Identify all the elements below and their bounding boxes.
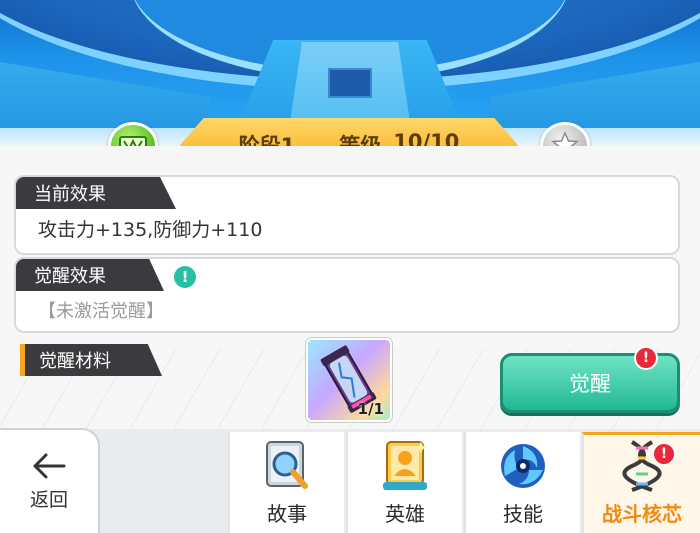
magnifier-book-icon [266,441,308,489]
tab-hero-label: 英雄 [385,502,425,526]
awaken-effect-title: 觉醒效果 [16,259,164,291]
back-arrow-icon [33,453,66,479]
awaken-material-title: 觉醒材料 [20,344,162,376]
tab-story-label: 故事 [267,502,307,526]
tab-skill-label: 技能 [503,502,543,526]
hero-card-icon [383,441,427,490]
vortex-icon [501,444,545,488]
back-button[interactable]: 返回 [0,428,100,533]
awaken-alert-badge: ! [634,346,658,370]
info-icon[interactable]: ! [174,266,196,288]
battle-core-alert-badge: ! [652,442,676,466]
awaken-effect-text: 【未激活觉醒】 [38,301,164,322]
tab-battle-core-label: 战斗核芯 [602,502,682,526]
material-count: 1/1 [357,400,384,418]
current-effect-title: 当前效果 [16,177,176,209]
tab-battle-core[interactable]: 战斗核芯 [582,432,700,533]
tab-story[interactable]: 故事 [228,432,344,533]
tab-skill[interactable]: 技能 [464,432,580,533]
current-effect-text: 攻击力+135,防御力+110 [38,219,263,241]
back-label: 返回 [29,489,68,511]
awaken-material-item[interactable]: 1/1 [306,338,392,422]
stage-cube [328,68,372,98]
tab-hero[interactable]: 英雄 [346,432,462,533]
